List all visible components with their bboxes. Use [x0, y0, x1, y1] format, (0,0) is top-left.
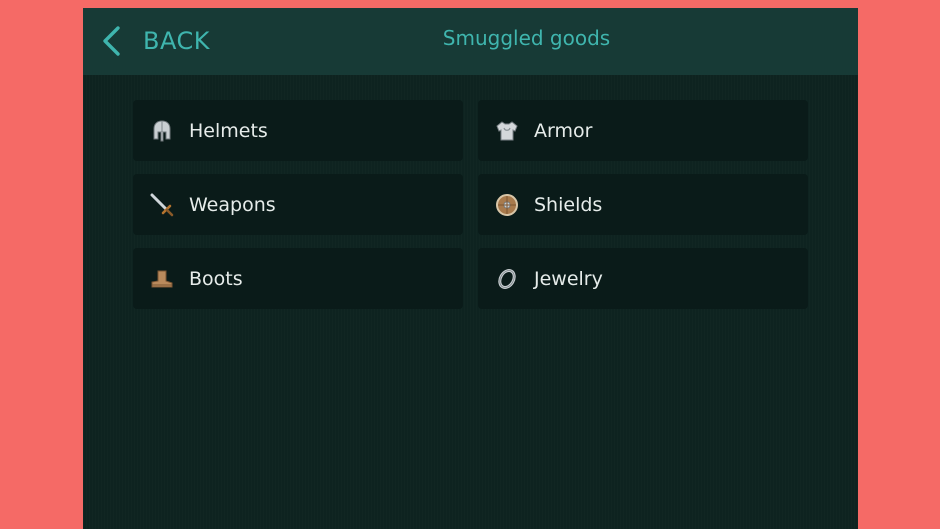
helmet-icon [149, 118, 175, 144]
category-shields[interactable]: Shields [478, 174, 808, 235]
category-label: Shields [534, 193, 603, 216]
category-label: Boots [189, 267, 243, 290]
ring-icon [494, 266, 520, 292]
category-label: Armor [534, 119, 593, 142]
sword-icon [149, 192, 175, 218]
page-title: Smuggled goods [442, 26, 611, 50]
category-label: Jewelry [534, 267, 603, 290]
category-weapons[interactable]: Weapons [133, 174, 463, 235]
category-jewelry[interactable]: Jewelry [478, 248, 808, 309]
header-bar: BACK Smuggled goods [83, 8, 858, 75]
category-helmets[interactable]: Helmets [133, 100, 463, 161]
boot-icon [149, 266, 175, 292]
category-boots[interactable]: Boots [133, 248, 463, 309]
game-screen: BACK Smuggled goods Helmets Armor Weapon… [83, 8, 858, 529]
category-armor[interactable]: Armor [478, 100, 808, 161]
category-label: Weapons [189, 193, 276, 216]
category-label: Helmets [189, 119, 268, 142]
shield-icon [494, 192, 520, 218]
armor-icon [494, 118, 520, 144]
